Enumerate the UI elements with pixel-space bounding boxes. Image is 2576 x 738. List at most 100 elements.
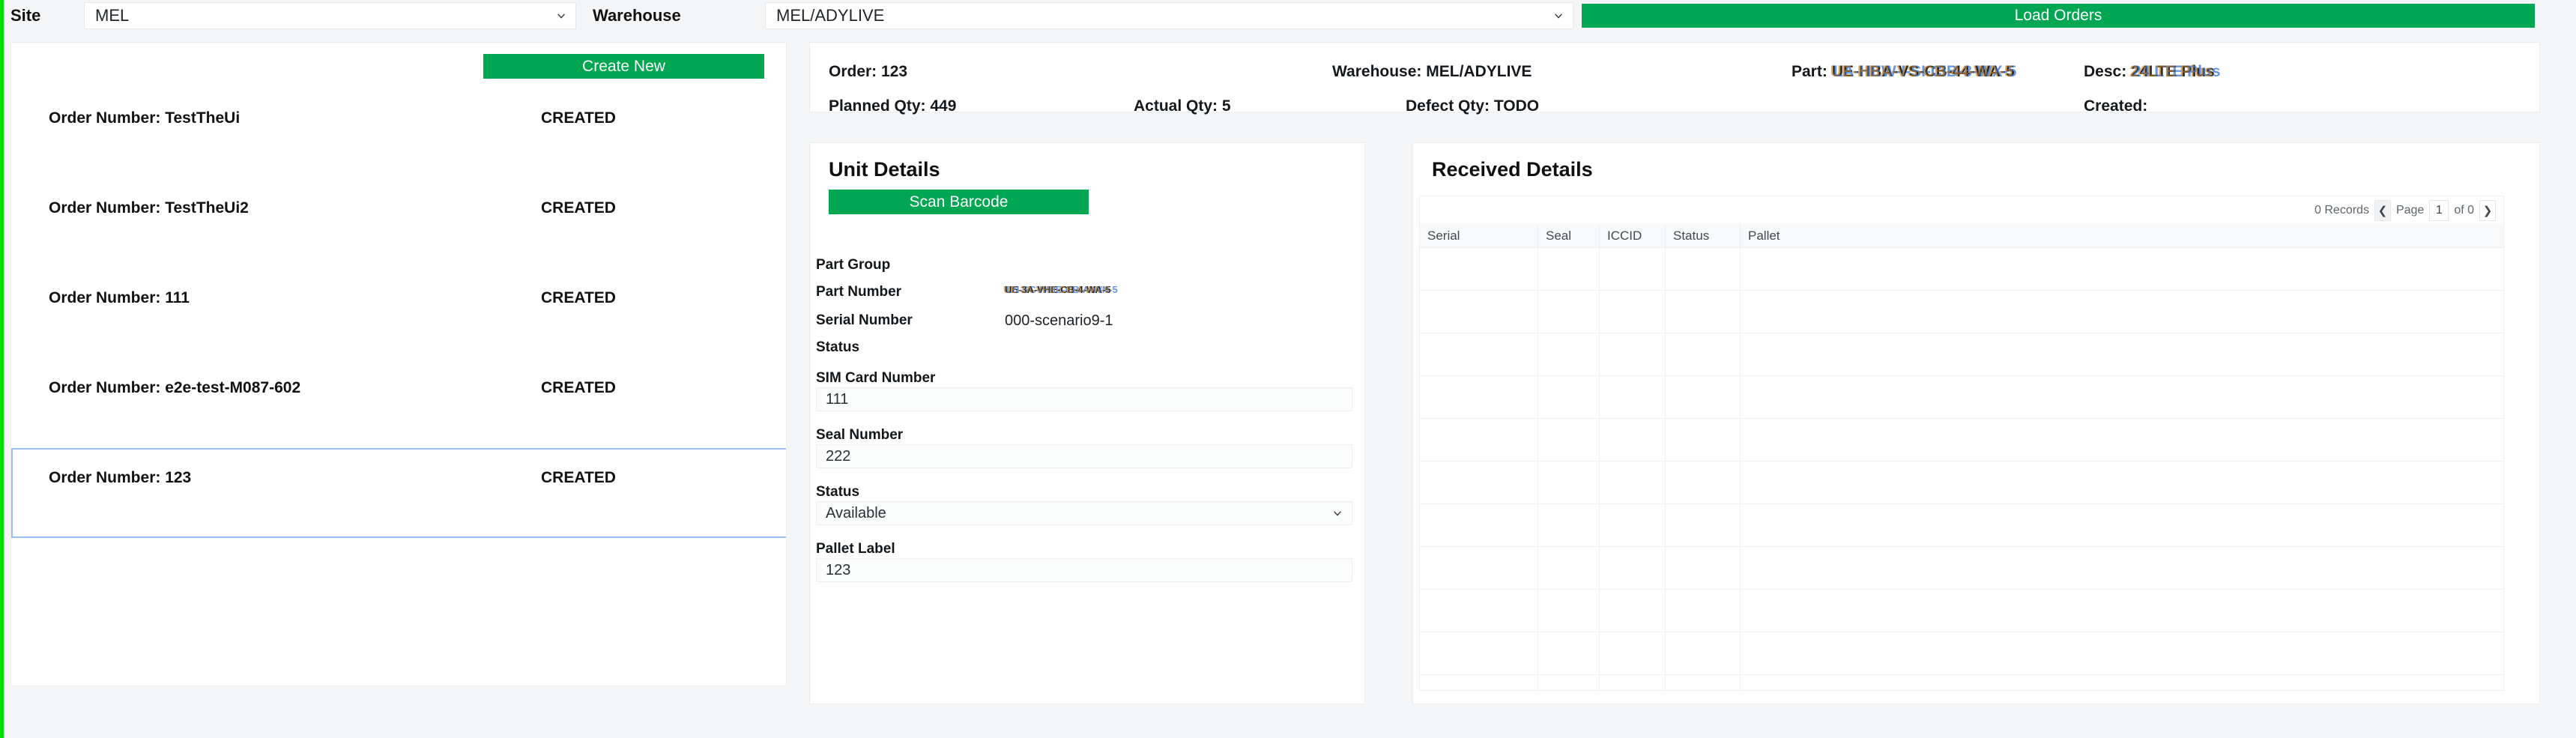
table-cell: [1666, 675, 1741, 690]
table-row[interactable]: [1420, 632, 2503, 675]
summary-desc-value: 24 LTE Plus 24LTE Plus 24 LTE Plus 24LTE…: [2129, 63, 2220, 81]
table-cell: [1666, 632, 1741, 674]
table-cell: [1741, 333, 2503, 375]
unit-details-title: Unit Details: [829, 158, 940, 181]
site-label: Site: [10, 6, 41, 25]
table-cell: [1420, 675, 1538, 690]
table-row[interactable]: [1420, 590, 2503, 632]
table-cell: [1538, 504, 1600, 546]
column-header-iccid[interactable]: ICCID: [1600, 224, 1666, 247]
order-status-text: CREATED: [541, 469, 616, 486]
garble-layer-3: UE-3A-VHE-CB-4-WA-5: [1003, 284, 1110, 295]
table-cell: [1666, 376, 1741, 418]
table-row[interactable]: [1420, 333, 2503, 376]
order-number-text: Order Number: 123: [49, 469, 192, 486]
application-root: Site MEL Warehouse MEL/ADYLIVE Load Orde…: [0, 0, 2576, 738]
seal-number-label: Seal Number: [816, 427, 904, 443]
list-item[interactable]: Order Number: TestTheUi2 CREATED: [11, 178, 786, 268]
received-details-grid: Serial Seal ICCID Status Pallet: [1419, 224, 2504, 691]
status-select-label: Status: [816, 484, 860, 500]
table-cell: [1420, 590, 1538, 632]
table-cell: [1538, 547, 1600, 589]
table-cell: [1666, 504, 1741, 546]
table-cell: [1600, 590, 1666, 632]
table-cell: [1538, 248, 1600, 290]
table-cell: [1666, 462, 1741, 503]
table-row[interactable]: [1420, 419, 2503, 462]
summary-desc-label: Desc:: [2084, 63, 2127, 80]
chevron-down-icon: [1555, 13, 1562, 19]
garble-layer-3: UE-HBA-VS-CB-44-WA-5: [1830, 63, 2013, 80]
table-cell: [1741, 248, 2503, 290]
column-header-serial[interactable]: Serial: [1420, 224, 1538, 247]
table-cell: [1420, 419, 1538, 461]
table-row[interactable]: [1420, 291, 2503, 333]
order-number-text: Order Number: TestTheUi2: [49, 199, 249, 217]
records-count-text: 0 Records: [2315, 203, 2369, 217]
column-header-pallet[interactable]: Pallet: [1741, 224, 2503, 247]
summary-created: Created:: [2084, 97, 2148, 115]
table-cell: [1420, 547, 1538, 589]
table-cell: [1538, 632, 1600, 674]
table-row[interactable]: [1420, 248, 2503, 291]
site-select[interactable]: MEL: [84, 2, 576, 29]
table-cell: [1741, 590, 2503, 632]
table-cell: [1666, 419, 1741, 461]
table-cell: [1600, 419, 1666, 461]
seal-number-input[interactable]: [816, 444, 1352, 468]
page-total-text: of 0: [2454, 203, 2474, 217]
status-select[interactable]: Available: [816, 501, 1352, 525]
warehouse-select[interactable]: MEL/ADYLIVE: [765, 2, 1573, 29]
site-select-value: MEL: [95, 6, 130, 25]
table-cell: [1666, 590, 1741, 632]
received-details-panel: Received Details 0 Records ❮ Page of 0 ❯…: [1412, 142, 2540, 704]
page-number-input[interactable]: [2429, 199, 2449, 221]
chevron-down-icon: [1334, 511, 1341, 516]
table-cell: [1600, 547, 1666, 589]
pallet-label-input[interactable]: [816, 558, 1352, 582]
table-cell: [1538, 333, 1600, 375]
table-cell: [1420, 462, 1538, 503]
table-cell: [1741, 547, 2503, 589]
order-number-text: Order Number: 111: [49, 289, 190, 306]
grid-body: [1420, 248, 2503, 690]
table-cell: [1420, 376, 1538, 418]
order-status-text: CREATED: [541, 109, 616, 127]
orders-list-panel: Create New Order Number: TestTheUi CREAT…: [10, 42, 787, 686]
chevron-right-icon[interactable]: ❯: [2479, 199, 2496, 221]
pallet-label-label: Pallet Label: [816, 541, 895, 557]
list-item[interactable]: Order Number: e2e-test-M087-602 CREATED: [11, 358, 786, 448]
table-row[interactable]: [1420, 504, 2503, 547]
create-new-button[interactable]: Create New: [483, 54, 764, 79]
table-row[interactable]: [1420, 675, 2503, 690]
warehouse-select-value: MEL/ADYLIVE: [776, 6, 885, 25]
table-cell: [1741, 504, 2503, 546]
column-header-status[interactable]: Status: [1666, 224, 1741, 247]
part-group-label: Part Group: [816, 257, 891, 273]
table-cell: [1666, 291, 1741, 333]
order-number-text: Order Number: e2e-test-M087-602: [49, 379, 301, 396]
table-cell: [1420, 248, 1538, 290]
chevron-left-icon[interactable]: ❮: [2374, 199, 2391, 221]
sim-card-number-input[interactable]: [816, 387, 1352, 411]
list-item[interactable]: Order Number: TestTheUi CREATED: [11, 88, 786, 178]
scan-barcode-button[interactable]: Scan Barcode: [829, 190, 1089, 214]
unit-details-panel: Unit Details Scan Barcode Part Group Par…: [809, 142, 1365, 704]
summary-part: Part: UE-HBA-VS-CB-44-WA-5 UE-HBA-VS-CB-…: [1792, 63, 2016, 81]
table-cell: [1420, 504, 1538, 546]
top-toolbar: Site MEL Warehouse MEL/ADYLIVE Load Orde…: [0, 0, 2576, 31]
table-row[interactable]: [1420, 376, 2503, 419]
table-cell: [1741, 462, 2503, 503]
list-item-selected[interactable]: Order Number: 123 CREATED: [11, 448, 786, 538]
summary-defect-qty: Defect Qty: TODO: [1406, 97, 1540, 115]
column-header-seal[interactable]: Seal: [1538, 224, 1600, 247]
table-row[interactable]: [1420, 547, 2503, 590]
order-summary-card: Order: 123 Warehouse: MEL/ADYLIVE Part: …: [809, 42, 2540, 115]
order-status-text: CREATED: [541, 199, 616, 217]
list-item[interactable]: Order Number: 111 CREATED: [11, 268, 786, 358]
part-number-value: UE-3A-VHE-CB-4-WA-5 UE-3A-VHE-CB-4-WA-5 …: [1003, 284, 1118, 295]
table-row[interactable]: [1420, 462, 2503, 504]
load-orders-button[interactable]: Load Orders: [1582, 4, 2535, 28]
table-cell: [1420, 632, 1538, 674]
chevron-down-icon: [557, 13, 565, 19]
